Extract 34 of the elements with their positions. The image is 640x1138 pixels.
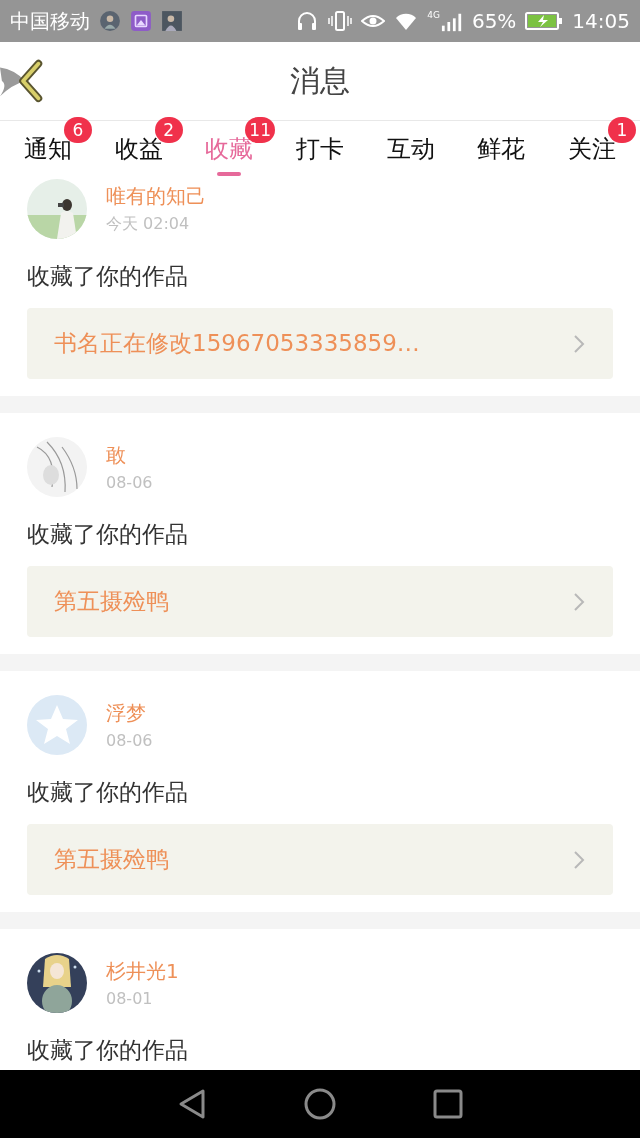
timestamp: 08-06 (106, 731, 153, 750)
home-nav-icon[interactable] (303, 1087, 337, 1121)
message-text: 收藏了你的作品 (27, 262, 189, 291)
battery-charging-icon (525, 11, 564, 31)
timestamp: 08-06 (106, 473, 153, 492)
book-link[interactable]: 书名正在修改15967053335859… (27, 308, 613, 379)
chevron-right-icon (573, 591, 585, 612)
user-name[interactable]: 浮梦 (106, 700, 153, 727)
message-text: 收藏了你的作品 (27, 520, 189, 549)
user-name[interactable]: 敢 (106, 442, 153, 469)
message-text: 收藏了你的作品 (27, 778, 189, 807)
chevron-right-icon (573, 333, 585, 354)
book-link[interactable]: 第五摄殓鸭 (27, 824, 613, 895)
page-title: 消息 (290, 61, 350, 100)
tab[interactable]: 互动 (386, 121, 435, 176)
vibrate-icon (328, 9, 353, 33)
timestamp: 08-01 (106, 989, 154, 1008)
battery-percent: 65% (471, 9, 517, 33)
timestamp: 今天 02:04 (106, 214, 191, 235)
tab[interactable]: 打卡 (295, 121, 344, 176)
carrier-name: 中国移动 (10, 7, 90, 35)
image-icon (130, 10, 152, 32)
notification-icon (99, 10, 121, 32)
chevron-right-icon (573, 849, 585, 870)
notification-icon (161, 10, 183, 32)
user-name[interactable]: 杉井光1 (106, 958, 179, 985)
network-type: 4G (427, 10, 440, 20)
clock: 14:05 (572, 9, 630, 33)
recents-nav-icon[interactable] (431, 1087, 465, 1121)
message-text: 收藏了你的作品 (27, 1036, 189, 1065)
book-link[interactable]: 第五摄殓鸭 (27, 566, 613, 637)
tab[interactable]: 鲜花 (477, 121, 526, 176)
user-name[interactable]: 唯有的知己 (106, 183, 206, 210)
signal-icon (440, 12, 463, 32)
